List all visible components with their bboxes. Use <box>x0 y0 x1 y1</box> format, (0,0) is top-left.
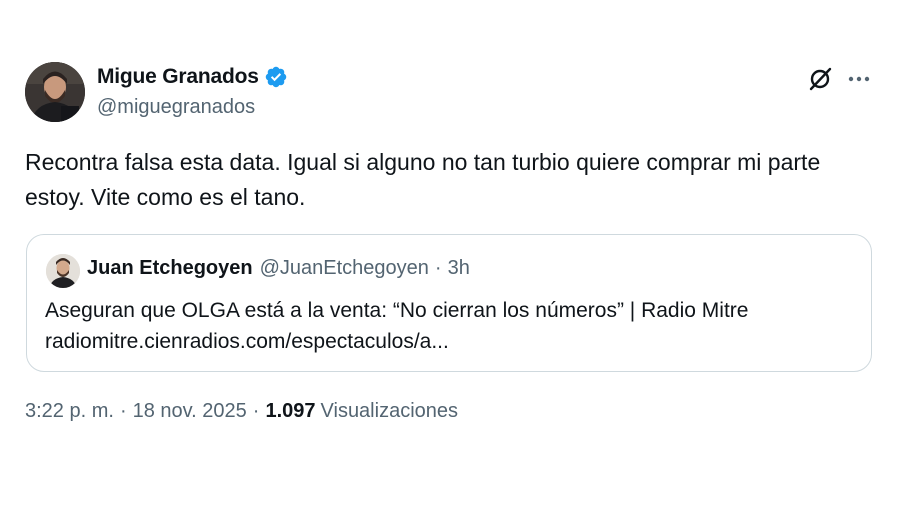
author-handle[interactable]: @miguegranados <box>97 96 255 119</box>
quoted-author-avatar[interactable] <box>46 254 80 288</box>
tweet-text: Recontra falsa esta data. Igual si algun… <box>25 149 821 210</box>
more-options-button[interactable] <box>843 64 875 94</box>
verified-badge-icon <box>265 66 286 88</box>
views-count: 1.097 <box>265 400 316 422</box>
quoted-timestamp[interactable]: 3h <box>448 257 470 280</box>
author-name-row: Migue Granados <box>97 63 288 91</box>
tweet: Migue Granados @miguegranados Recontra f… <box>0 0 900 505</box>
more-icon <box>848 76 870 82</box>
quoted-header: Juan Etchegoyen @JuanEtchegoyen · 3h <box>87 257 470 280</box>
quoted-link[interactable]: radiomitre.cienradios.com/espectaculos/a… <box>45 326 855 357</box>
meta-separator-2: · <box>252 400 260 422</box>
author-avatar[interactable] <box>25 62 85 122</box>
quoted-text: Aseguran que OLGA está a la venta: “No c… <box>45 299 749 322</box>
views-label: Visualizaciones <box>320 400 459 422</box>
quoted-text-block: Aseguran que OLGA está a la venta: “No c… <box>45 295 855 357</box>
quoted-author-handle[interactable]: @JuanEtchegoyen <box>260 257 429 280</box>
quoted-author-name[interactable]: Juan Etchegoyen <box>87 257 253 280</box>
meta-separator: · <box>119 400 127 422</box>
tweet-date[interactable]: 18 nov. 2025 <box>133 400 247 423</box>
grok-icon <box>809 67 832 91</box>
author-name[interactable]: Migue Granados <box>97 65 259 89</box>
tweet-time[interactable]: 3:22 p. m. <box>25 400 114 423</box>
grok-button[interactable] <box>805 64 835 94</box>
tweet-meta: 3:22 p. m. · 18 nov. 2025 · 1.097 Visual… <box>25 400 458 423</box>
quoted-tweet-card[interactable]: Juan Etchegoyen @JuanEtchegoyen · 3h Ase… <box>26 234 872 372</box>
quoted-separator: · <box>434 257 442 279</box>
